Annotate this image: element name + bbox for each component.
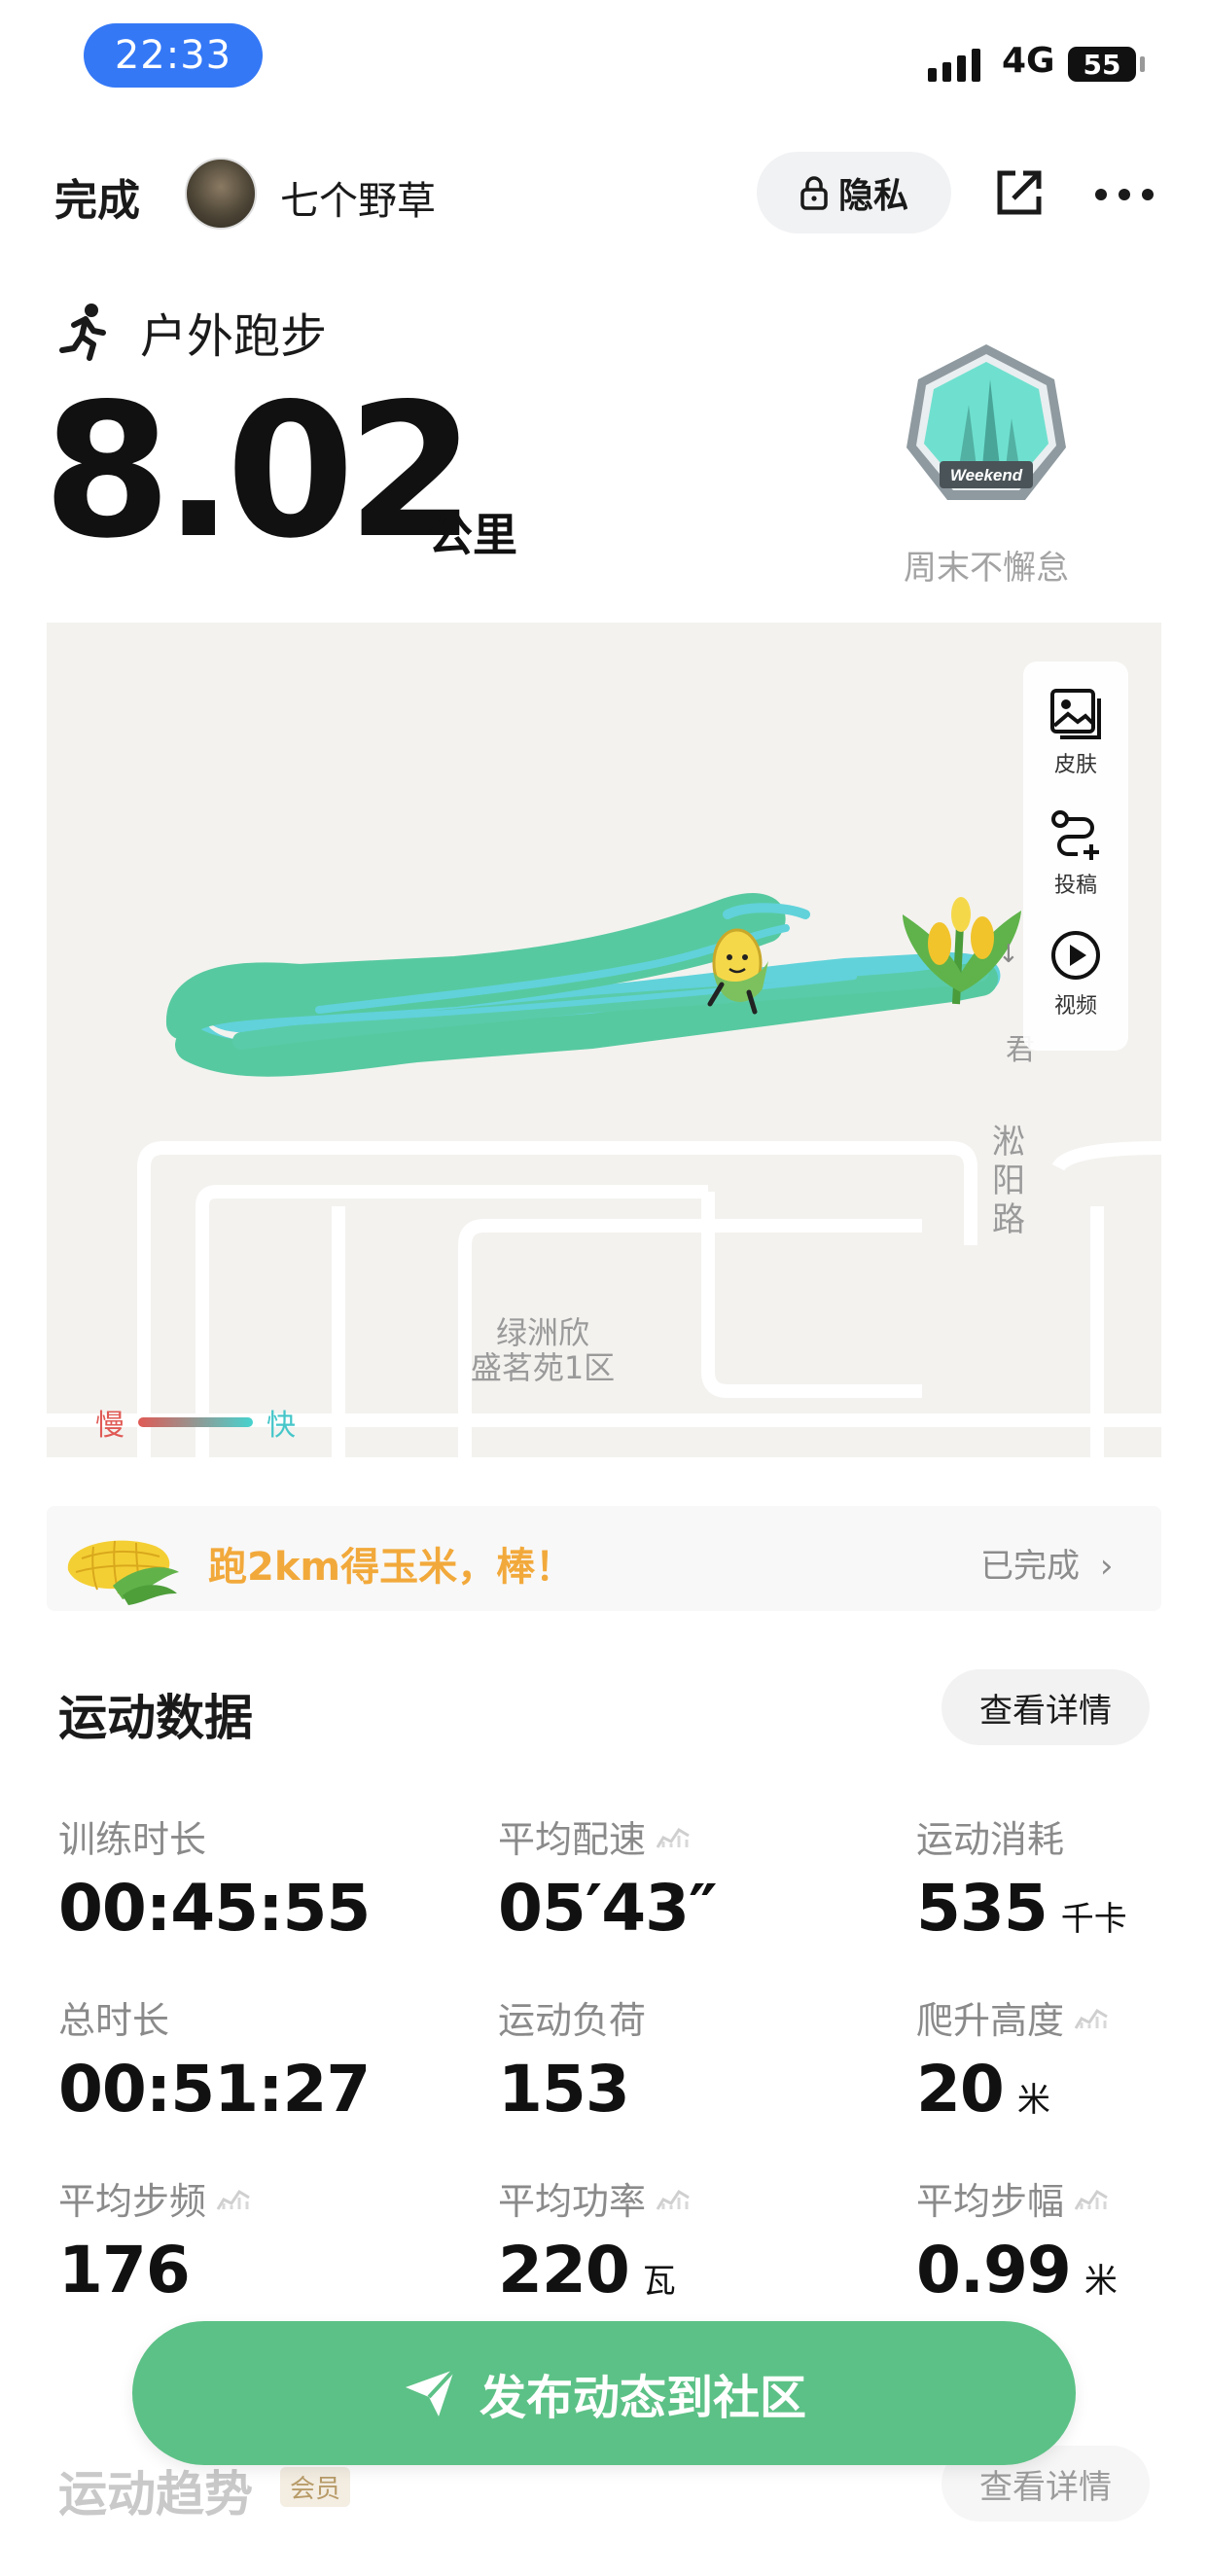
header: 完成 七个野草 隐私 bbox=[0, 146, 1208, 243]
trend-chart-icon bbox=[656, 1827, 690, 1848]
stat-training-load: 运动负荷 153 bbox=[498, 1990, 646, 2123]
stats-title: 运动数据 bbox=[58, 1690, 253, 1746]
activity-type-label: 户外跑步 bbox=[140, 309, 328, 364]
share-icon[interactable] bbox=[992, 165, 1047, 220]
trend-chart-icon bbox=[216, 2189, 250, 2210]
trend-chart-icon bbox=[1074, 2008, 1108, 2029]
stat-value: 0.99 bbox=[916, 2233, 1072, 2308]
stat-value: 153 bbox=[498, 2052, 630, 2127]
stat-unit: 米 bbox=[1016, 2081, 1050, 2120]
mission-status-label: 已完成 bbox=[980, 1547, 1080, 1586]
status-bar: 22:33 4G 55 bbox=[0, 0, 1208, 117]
stat-unit: 千卡 bbox=[1060, 1900, 1127, 1939]
stat-label: 平均功率 bbox=[498, 2180, 647, 2223]
trend-chart-icon bbox=[656, 2189, 690, 2210]
chevron-right-icon: › bbox=[1099, 1547, 1114, 1586]
tool-video[interactable]: 视频 bbox=[1048, 928, 1103, 1020]
running-icon bbox=[59, 304, 106, 361]
stat-value: 176 bbox=[58, 2233, 191, 2308]
legend-slow-label: 慢 bbox=[95, 1409, 124, 1443]
image-icon bbox=[1050, 689, 1101, 739]
stat-label: 总时长 bbox=[58, 1999, 170, 2042]
stat-avg-cadence[interactable]: 平均步频 176 bbox=[58, 2171, 253, 2304]
avatar[interactable] bbox=[185, 158, 257, 230]
tool-video-label: 视频 bbox=[1053, 994, 1097, 1019]
send-icon bbox=[405, 2368, 456, 2416]
map-road-label: 淞阳路 bbox=[992, 1123, 1025, 1239]
map-area-label: 绿洲欣 盛茗苑1区 bbox=[470, 1314, 616, 1386]
stat-avg-power[interactable]: 平均功率 220 瓦 bbox=[498, 2171, 693, 2304]
stat-value: 00:51:27 bbox=[58, 2052, 371, 2127]
tool-skin[interactable]: 皮肤 bbox=[1048, 687, 1103, 778]
trend-title: 运动趋势 bbox=[58, 2466, 253, 2522]
stat-elevation-gain[interactable]: 爬升高度 20 米 bbox=[916, 1990, 1111, 2123]
distance-unit: 公里 bbox=[428, 509, 517, 561]
username[interactable]: 七个野草 bbox=[280, 169, 436, 226]
stat-label: 训练时长 bbox=[58, 1818, 207, 1861]
stat-value: 220 bbox=[498, 2233, 630, 2308]
stat-label: 运动消耗 bbox=[916, 1818, 1065, 1861]
mission-text: 跑2km得玉米，棒！ bbox=[208, 1545, 575, 1590]
stat-value: 00:45:55 bbox=[58, 1871, 371, 1946]
stat-label: 平均配速 bbox=[498, 1818, 647, 1861]
stat-label: 平均步频 bbox=[58, 2180, 207, 2223]
status-time: 22:33 bbox=[84, 23, 263, 88]
more-icon[interactable] bbox=[1095, 189, 1154, 202]
legend-gradient-bar bbox=[138, 1417, 253, 1427]
mission-status[interactable]: 已完成 › bbox=[980, 1539, 1113, 1587]
badge-name: 周末不懈怠 bbox=[904, 549, 1069, 588]
route-map[interactable]: ↓ 君 淞阳路 绿洲欣 盛茗苑1区 慢 快 皮肤 投稿 视频 bbox=[47, 623, 1161, 1457]
publish-label: 发布动态到社区 bbox=[479, 2371, 806, 2425]
stat-label: 运动负荷 bbox=[498, 1999, 647, 2042]
stat-total-time: 总时长 00:51:27 bbox=[58, 1990, 371, 2123]
battery-icon: 55 bbox=[1068, 47, 1136, 82]
tool-skin-label: 皮肤 bbox=[1053, 753, 1097, 777]
stat-value: 20 bbox=[916, 2052, 1005, 2127]
battery-cap bbox=[1140, 56, 1145, 72]
signal-icon bbox=[928, 43, 980, 82]
play-icon bbox=[1051, 931, 1100, 980]
tool-submit-label: 投稿 bbox=[1053, 874, 1097, 898]
corn-icon bbox=[67, 1540, 179, 1605]
privacy-label: 隐私 bbox=[837, 176, 908, 216]
mission-banner[interactable]: 跑2km得玉米，棒！ 已完成 › bbox=[47, 1506, 1161, 1611]
stat-value: 05′43″ bbox=[498, 1871, 718, 1946]
lock-icon bbox=[800, 176, 828, 210]
publish-button[interactable]: 发布动态到社区 bbox=[132, 2321, 1076, 2465]
stat-calories: 运动消耗 535 千卡 bbox=[916, 1809, 1127, 1942]
map-tools: 皮肤 投稿 视频 bbox=[1023, 662, 1128, 1051]
map-arrow-down-icon: ↓ bbox=[998, 940, 1019, 969]
stat-training-time: 训练时长 00:45:55 bbox=[58, 1809, 371, 1942]
stat-value: 535 bbox=[916, 1871, 1048, 1946]
weekend-badge-icon[interactable]: Weekend bbox=[901, 340, 1072, 512]
stat-avg-pace[interactable]: 平均配速 05′43″ bbox=[498, 1809, 718, 1942]
network-label: 4G bbox=[1002, 41, 1055, 81]
stat-avg-stride[interactable]: 平均步幅 0.99 米 bbox=[916, 2171, 1118, 2304]
trend-chart-icon bbox=[1074, 2189, 1108, 2210]
stat-label: 爬升高度 bbox=[916, 1999, 1065, 2042]
route-add-icon bbox=[1051, 810, 1099, 860]
badge-emblem-text: Weekend bbox=[950, 466, 1023, 484]
member-badge: 会员 bbox=[280, 2467, 351, 2507]
activity-type: 户外跑步 bbox=[54, 298, 327, 366]
privacy-button[interactable]: 隐私 bbox=[757, 152, 951, 233]
legend-fast-label: 快 bbox=[266, 1409, 296, 1443]
done-button[interactable]: 完成 bbox=[54, 165, 140, 228]
stats-detail-button[interactable]: 查看详情 bbox=[942, 1669, 1150, 1745]
stat-unit: 米 bbox=[1084, 2262, 1118, 2301]
stat-label: 平均步幅 bbox=[916, 2180, 1065, 2223]
pace-legend: 慢 快 bbox=[95, 1401, 296, 1444]
stat-unit: 瓦 bbox=[642, 2262, 676, 2301]
tool-submit[interactable]: 投稿 bbox=[1048, 807, 1103, 899]
distance-value: 8.02 bbox=[43, 364, 476, 579]
